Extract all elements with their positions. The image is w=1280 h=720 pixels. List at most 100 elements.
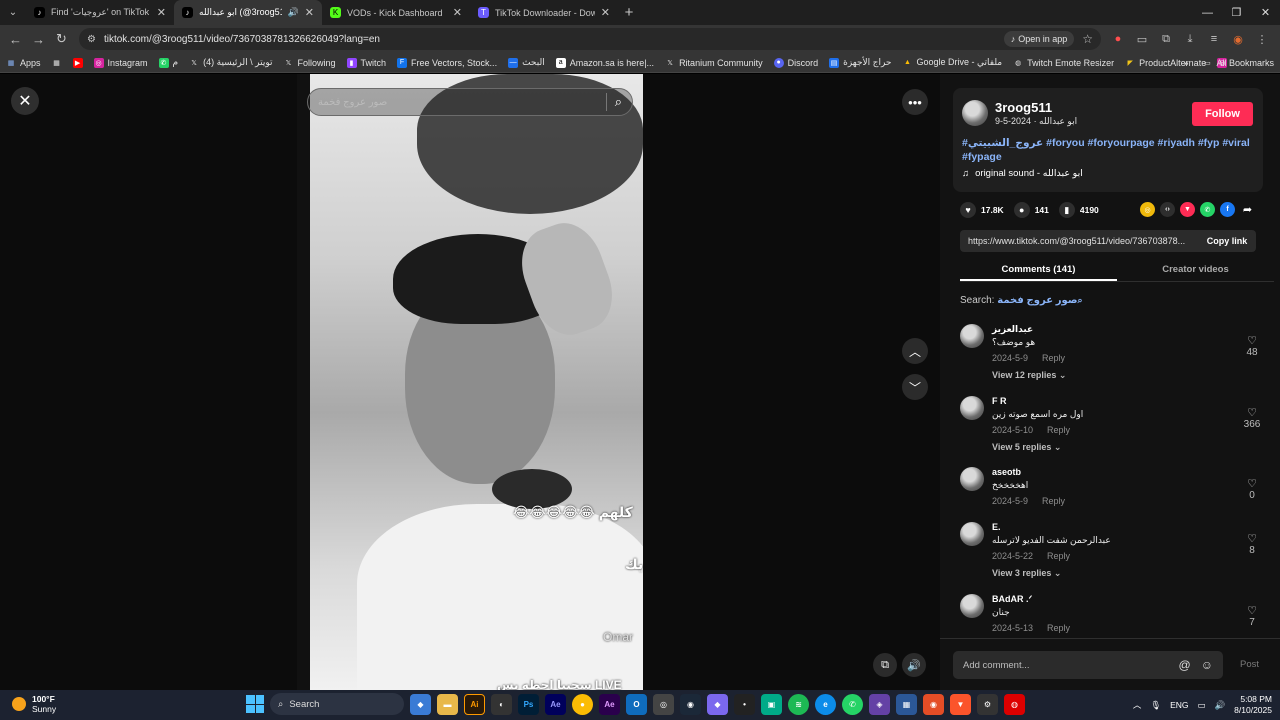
view-replies-button[interactable]: View 5 replies ⌄ [992, 442, 1061, 453]
tab-kick-vods[interactable]: K VODs - Kick Dashboard ✕ [322, 0, 470, 25]
edge-icon[interactable]: e [815, 693, 836, 715]
comment-search-suggestion[interactable]: Search: صور عروج فخمة⌕ [960, 295, 1083, 306]
bookmark-twitch-emote[interactable]: ◍ Twitch Emote Resizer [1013, 58, 1114, 68]
photoshop-icon[interactable]: Ps [518, 693, 539, 715]
app-icon[interactable]: ◆ [707, 693, 728, 715]
blender-icon[interactable]: ◐ [491, 693, 512, 715]
weather-widget[interactable]: 100°F Sunny [12, 694, 56, 714]
video-player[interactable]: 😂😂😂😂😂 كلهم يك Omar سحبيا احطه بس LIVE [297, 74, 643, 690]
url-input[interactable]: ⚙ tiktok.com/@3roog511/video/73670387813… [79, 28, 1101, 50]
star-icon[interactable]: ☆ [1082, 32, 1093, 46]
extensions-puzzle-icon[interactable]: ⧉ [1155, 28, 1177, 50]
bookmark-twitter-home[interactable]: 𝕏 تويتر \ الرئيسية (4) [189, 57, 272, 68]
tab-tiktok-profile[interactable]: ♪ ابو عبدالله (@3roog511) | TikTok 🔊 ✕ [174, 0, 322, 25]
bookmark-whatsapp[interactable]: ✆ م [158, 57, 178, 68]
post-comment-button[interactable]: Post [1240, 659, 1259, 670]
comment-author[interactable]: E. [992, 522, 1001, 532]
close-button[interactable]: ✕ [11, 87, 39, 115]
search-icon[interactable]: ⌕ [615, 94, 622, 110]
close-window-icon[interactable]: ✕ [1251, 0, 1280, 25]
speaker-icon[interactable]: 🔊 [1215, 700, 1226, 711]
chevron-right-icon[interactable]: » [1183, 58, 1188, 68]
download-icon[interactable]: ⤓ [1179, 28, 1201, 50]
tab-tiktok-downloader[interactable]: T TikTok Downloader - Download ✕ [470, 0, 618, 25]
bookmark-ritanium[interactable]: 𝕏 Ritanium Community [665, 58, 762, 68]
app-icon[interactable]: • [734, 693, 755, 715]
reply-button[interactable]: Reply [1047, 623, 1070, 633]
minimize-icon[interactable]: — [1193, 0, 1222, 25]
close-icon[interactable]: ✕ [305, 6, 314, 19]
video-link-text[interactable]: https://www.tiktok.com/@3roog511/video/7… [960, 236, 1198, 246]
video-search-input[interactable]: صور عروج فخمة ⌕ [307, 88, 633, 116]
next-video-button[interactable]: ﹀ [902, 374, 928, 400]
save-stat[interactable]: ▮ 4190 [1058, 202, 1099, 218]
app-icon[interactable]: ◍ [1004, 693, 1025, 715]
comment-like-button[interactable]: ♡ 48 [1240, 334, 1264, 358]
app-icon[interactable]: ▦ [896, 693, 917, 715]
maximize-icon[interactable]: ❐ [1222, 0, 1251, 25]
reply-button[interactable]: Reply [1042, 496, 1065, 506]
comment-like-button[interactable]: ♡ 366 [1240, 406, 1264, 430]
author-username[interactable]: 3roog511 [995, 100, 1052, 115]
bookmark-discord[interactable]: ● Discord [773, 57, 818, 68]
bookmark-google-drive[interactable]: ▲ Google Drive - ملفاتي [902, 57, 1002, 68]
previous-video-button[interactable]: ︿ [902, 338, 928, 364]
view-replies-button[interactable]: View 12 replies ⌄ [992, 370, 1066, 381]
chrome-icon[interactable]: ● [572, 693, 593, 715]
like-stat[interactable]: ♥ 17.8K [960, 202, 1004, 218]
coin-share-icon[interactable]: ◎ [1140, 202, 1155, 217]
outlook-icon[interactable]: O [626, 693, 647, 715]
reply-button[interactable]: Reply [1042, 353, 1065, 363]
whatsapp-icon[interactable]: ✆ [1200, 202, 1215, 217]
bookmark-amazon[interactable]: a Amazon.sa is here|... [555, 57, 654, 68]
app-icon[interactable]: ◈ [869, 693, 890, 715]
bookmark-instagram[interactable]: ◎ Instagram [93, 57, 148, 68]
tab-tiktok-search[interactable]: ♪ Find 'عروجيات' on TikTok | TikTok ✕ [26, 0, 174, 25]
app-icon[interactable]: ◎ [653, 693, 674, 715]
avatar[interactable] [960, 396, 984, 420]
close-icon[interactable]: ✕ [157, 6, 166, 19]
facebook-icon[interactable]: f [1220, 202, 1235, 217]
close-icon[interactable]: ✕ [453, 6, 462, 19]
app-icon[interactable]: ◉ [923, 693, 944, 715]
tab-search-button[interactable]: ⌄ [0, 0, 26, 25]
picture-in-picture-button[interactable]: ⧉ [873, 653, 897, 677]
comment-like-button[interactable]: ♡ 0 [1240, 477, 1264, 501]
kebab-menu-icon[interactable]: ⋮ [1251, 28, 1273, 50]
bookmark-youtube[interactable]: ▶ [72, 57, 83, 68]
bookmark-following[interactable]: 𝕏 Following [283, 58, 336, 68]
bookmark-search[interactable]: — البحث [508, 57, 545, 68]
avatar[interactable] [960, 594, 984, 618]
comment-author[interactable]: BAdAR .ᐟ [992, 594, 1032, 605]
speaker-icon[interactable]: 🔊 [288, 7, 299, 18]
avatar[interactable] [960, 467, 984, 491]
whatsapp-icon[interactable]: ✆ [842, 693, 863, 715]
file-explorer-icon[interactable]: ▬ [437, 693, 458, 715]
copy-link-button[interactable]: Copy link [1198, 236, 1256, 246]
all-bookmarks[interactable]: ▭ All Bookmarks [1202, 58, 1274, 68]
illustrator-icon[interactable]: Ai [464, 693, 485, 715]
volume-button[interactable]: 🔊 [902, 653, 926, 677]
bookmark-apps[interactable]: ▦ Apps [6, 58, 41, 68]
copilot-icon[interactable]: ◆ [410, 693, 431, 715]
follow-button[interactable]: Follow [1192, 102, 1253, 126]
back-button[interactable]: ← [4, 28, 27, 51]
comment-author[interactable]: عبدالعزيز [992, 324, 1033, 335]
steam-icon[interactable]: ◉ [680, 693, 701, 715]
windows-start-icon[interactable] [246, 695, 264, 713]
avatar[interactable] [960, 324, 984, 348]
extension-cast-icon[interactable]: ▭ [1131, 28, 1153, 50]
premiere-icon[interactable]: Ae [599, 693, 620, 715]
extension-red-icon[interactable]: ● [1107, 28, 1129, 50]
repost-icon[interactable]: ▼ [1180, 202, 1195, 217]
open-in-app-button[interactable]: ♪ Open in app [1003, 31, 1075, 47]
clock[interactable]: 5:08 PM 8/10/2025 [1234, 694, 1272, 716]
new-tab-button[interactable]: + [618, 0, 640, 25]
forward-button[interactable]: → [27, 28, 50, 51]
chevron-up-icon[interactable]: ︿ [1133, 699, 1142, 711]
bookmark-freepik[interactable]: F Free Vectors, Stock... [397, 57, 497, 68]
comment-like-button[interactable]: ♡ 7 [1240, 604, 1264, 628]
share-arrow-icon[interactable]: ➦ [1240, 202, 1255, 217]
reply-button[interactable]: Reply [1047, 425, 1070, 435]
app-icon[interactable]: ▣ [761, 693, 782, 715]
